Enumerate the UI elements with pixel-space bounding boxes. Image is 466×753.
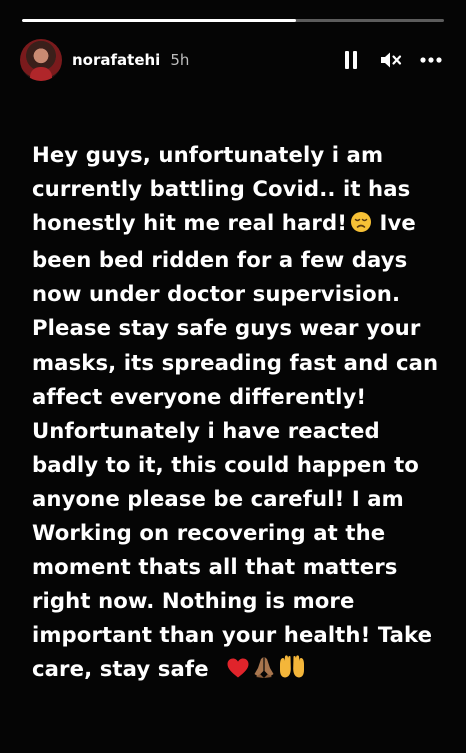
story-progress-bar	[22, 19, 444, 22]
story-timestamp: 5h	[170, 51, 190, 69]
more-options-icon	[420, 57, 442, 63]
story-line: Working on recovering at the	[32, 520, 386, 546]
story-line: Unfortunately i have reacted	[32, 417, 380, 443]
pause-button[interactable]	[336, 45, 366, 75]
story-line: important than your health! Take	[32, 622, 433, 648]
story-header: norafatehi 5h	[20, 38, 446, 82]
palms-up-emoji	[278, 655, 306, 689]
story-viewer[interactable]: norafatehi 5h Hey guys, unfortunately i …	[0, 0, 466, 753]
story-progress-fill	[22, 19, 297, 22]
avatar[interactable]	[20, 39, 62, 81]
story-line: moment thats all that matters	[32, 554, 398, 580]
speaker-muted-icon	[381, 52, 402, 68]
folded-hands-emoji	[252, 655, 276, 689]
story-line: right now. Nothing is more	[32, 588, 355, 614]
disappointed-face-emoji	[350, 209, 372, 243]
username[interactable]: norafatehi	[72, 51, 160, 69]
pause-icon	[345, 51, 357, 69]
story-line: masks, its spreading fast and can	[32, 349, 439, 375]
story-text: Hey guys, unfortunately i am currently b…	[32, 138, 452, 690]
more-options-button[interactable]	[416, 45, 446, 75]
story-line-text: honestly hit me real hard!	[32, 210, 347, 236]
story-line: affect everyone differently!	[32, 383, 367, 409]
story-line: now under doctor supervision.	[32, 281, 401, 307]
story-controls	[326, 45, 446, 75]
story-line: Please stay safe guys wear your	[32, 315, 421, 341]
story-line: anyone please be careful! I am	[32, 485, 404, 511]
mute-button[interactable]	[376, 45, 406, 75]
story-line: Hey guys, unfortunately i am	[32, 142, 384, 167]
story-line-tail: Ive	[371, 210, 416, 236]
story-line: badly to it, this could happen to	[32, 451, 419, 477]
story-line-text: care, stay safe	[32, 656, 209, 682]
story-line: currently battling Covid.. it has	[32, 176, 411, 202]
story-line: been bed ridden for a few days	[32, 247, 408, 273]
red-heart-emoji	[226, 655, 250, 689]
story-line: care, stay safe	[32, 652, 452, 689]
story-line: honestly hit me real hard! Ive	[32, 206, 452, 243]
